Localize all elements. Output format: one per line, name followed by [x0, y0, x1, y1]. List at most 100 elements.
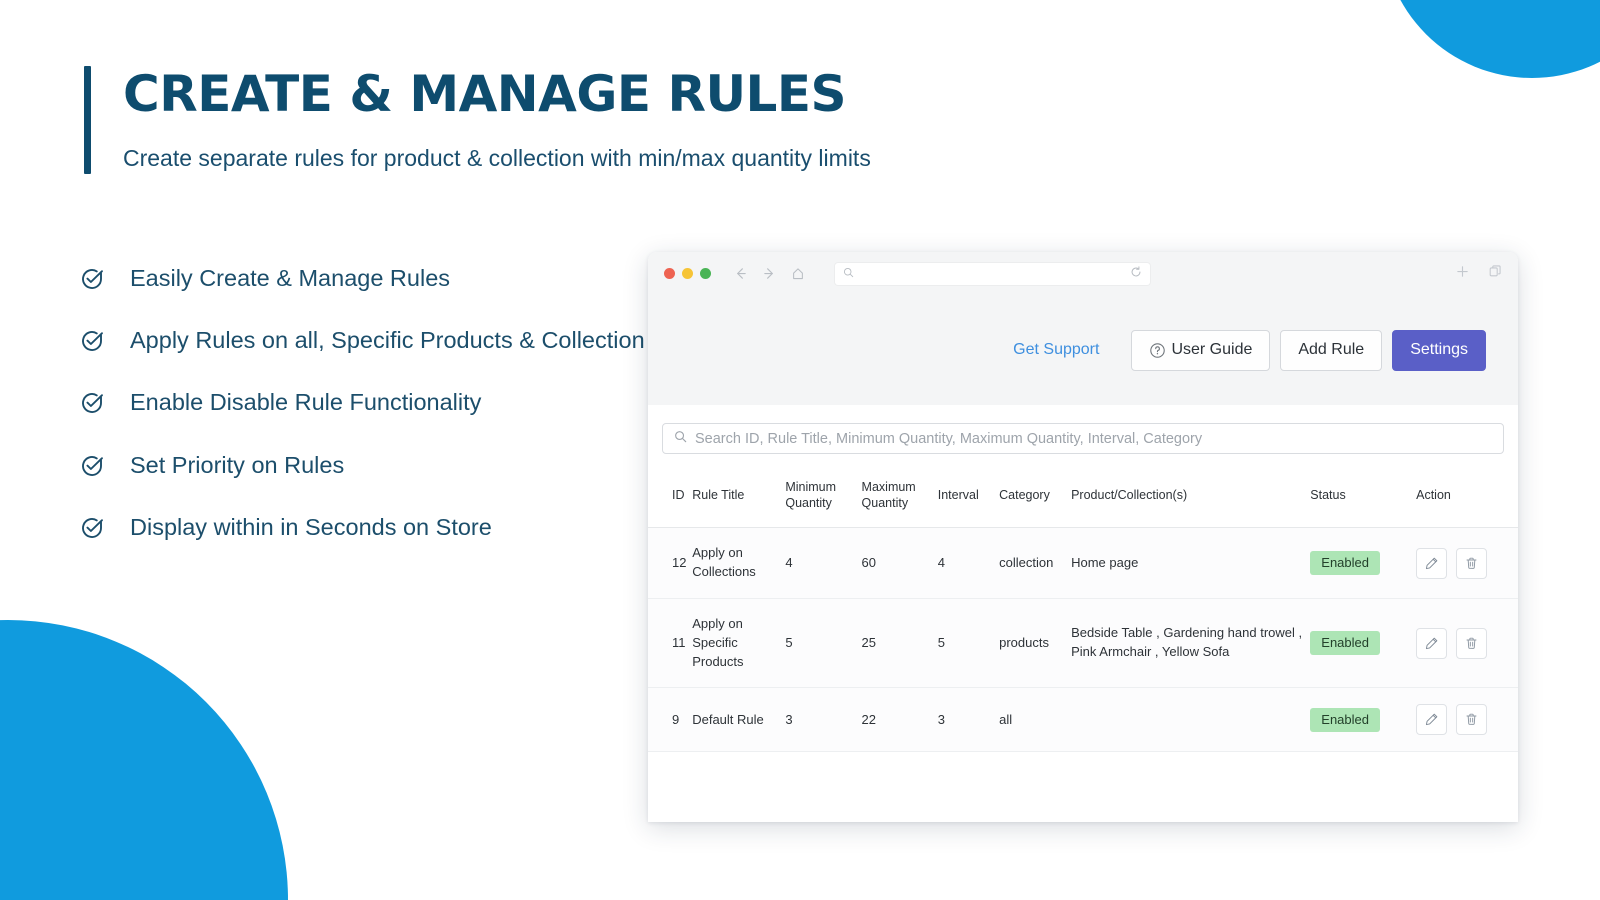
status-badge: Enabled: [1310, 708, 1380, 732]
cell-id: 11: [648, 598, 688, 688]
delete-icon: [1464, 636, 1479, 651]
table-body: 12 Apply on Collections 4 60 4 collectio…: [648, 528, 1518, 752]
cell-interval: 5: [934, 598, 995, 688]
feature-item: Display within in Seconds on Store: [80, 511, 660, 543]
column-header-maximum-quantity[interactable]: Maximum Quantity: [858, 470, 934, 528]
plus-icon[interactable]: [1455, 264, 1470, 284]
browser-url-bar[interactable]: [835, 263, 1150, 285]
minimize-window-dot[interactable]: [682, 268, 693, 279]
app-toolbar: Get Support User Guide Add Rule Settings: [648, 295, 1518, 405]
browser-nav-controls: [733, 266, 805, 281]
cell-maximum-quantity: 22: [858, 688, 934, 752]
question-circle-icon: [1149, 342, 1166, 359]
rules-table: ID Rule Title Minimum Quantity Maximum Q…: [648, 470, 1518, 752]
feature-item: Enable Disable Rule Functionality: [80, 386, 660, 418]
edit-icon: [1424, 712, 1439, 727]
cell-action: [1412, 598, 1518, 688]
status-badge: Enabled: [1310, 631, 1380, 655]
cell-minimum-quantity: 4: [781, 528, 857, 599]
settings-button[interactable]: Settings: [1392, 330, 1486, 371]
column-header-status[interactable]: Status: [1306, 470, 1412, 528]
browser-chrome-right-icons: [1455, 252, 1502, 295]
arrow-right-icon[interactable]: [762, 266, 777, 281]
cell-product-collections: Home page: [1067, 528, 1306, 599]
cell-category: products: [995, 598, 1067, 688]
user-guide-button[interactable]: User Guide: [1131, 330, 1270, 371]
table-header-row: ID Rule Title Minimum Quantity Maximum Q…: [648, 470, 1518, 528]
edit-rule-button[interactable]: [1416, 704, 1447, 735]
delete-rule-button[interactable]: [1456, 704, 1487, 735]
reload-icon[interactable]: [1130, 265, 1142, 283]
delete-rule-button[interactable]: [1456, 548, 1487, 579]
page-subtitle: Create separate rules for product & coll…: [123, 144, 871, 174]
accent-bar: [84, 66, 91, 174]
column-header-rule-title[interactable]: Rule Title: [688, 470, 781, 528]
home-icon[interactable]: [791, 267, 805, 281]
duplicate-tab-icon[interactable]: [1488, 264, 1502, 283]
cell-action: [1412, 688, 1518, 752]
cell-product-collections: [1067, 688, 1306, 752]
feature-label: Apply Rules on all, Specific Products & …: [130, 324, 645, 356]
cell-maximum-quantity: 60: [858, 528, 934, 599]
cell-product-collections: Bedside Table , Gardening hand trowel , …: [1067, 598, 1306, 688]
table-row[interactable]: 11 Apply on Specific Products 5 25 5 pro…: [648, 598, 1518, 688]
add-rule-button[interactable]: Add Rule: [1280, 330, 1382, 371]
user-guide-label: User Guide: [1171, 341, 1252, 359]
check-circle-icon: [80, 454, 104, 478]
poster-canvas: CREATE & MANAGE RULES Create separate ru…: [0, 0, 1600, 900]
cell-maximum-quantity: 25: [858, 598, 934, 688]
check-circle-icon: [80, 329, 104, 353]
hero-heading-block: CREATE & MANAGE RULES Create separate ru…: [84, 66, 1084, 174]
column-header-action: Action: [1412, 470, 1518, 528]
cell-id: 12: [648, 528, 688, 599]
cell-status: Enabled: [1306, 598, 1412, 688]
search-icon: [843, 265, 854, 283]
close-window-dot[interactable]: [664, 268, 675, 279]
table-row[interactable]: 12 Apply on Collections 4 60 4 collectio…: [648, 528, 1518, 599]
search-row: Search ID, Rule Title, Minimum Quantity,…: [648, 405, 1518, 470]
check-circle-icon: [80, 391, 104, 415]
cell-category: all: [995, 688, 1067, 752]
browser-window-mockup: Get Support User Guide Add Rule Settings: [648, 252, 1518, 822]
app-content: Search ID, Rule Title, Minimum Quantity,…: [648, 405, 1518, 752]
column-header-minimum-quantity[interactable]: Minimum Quantity: [781, 470, 857, 528]
cell-rule-title: Apply on Specific Products: [688, 598, 781, 688]
search-input[interactable]: Search ID, Rule Title, Minimum Quantity,…: [662, 423, 1504, 454]
cell-status: Enabled: [1306, 688, 1412, 752]
delete-icon: [1464, 556, 1479, 571]
column-header-product-collections[interactable]: Product/Collection(s): [1067, 470, 1306, 528]
feature-label: Display within in Seconds on Store: [130, 511, 492, 543]
cell-interval: 4: [934, 528, 995, 599]
check-circle-icon: [80, 516, 104, 540]
maximize-window-dot[interactable]: [700, 268, 711, 279]
cell-rule-title: Default Rule: [688, 688, 781, 752]
edit-rule-button[interactable]: [1416, 548, 1447, 579]
edit-rule-button[interactable]: [1416, 628, 1447, 659]
cell-category: collection: [995, 528, 1067, 599]
get-support-link[interactable]: Get Support: [1013, 341, 1099, 359]
delete-icon: [1464, 712, 1479, 727]
feature-item: Apply Rules on all, Specific Products & …: [80, 324, 660, 356]
feature-label: Enable Disable Rule Functionality: [130, 386, 481, 418]
column-header-category[interactable]: Category: [995, 470, 1067, 528]
check-circle-icon: [80, 267, 104, 291]
column-header-id[interactable]: ID: [648, 470, 688, 528]
table-row[interactable]: 9 Default Rule 3 22 3 all Enabled: [648, 688, 1518, 752]
feature-label: Set Priority on Rules: [130, 449, 344, 481]
cell-status: Enabled: [1306, 528, 1412, 599]
status-badge: Enabled: [1310, 551, 1380, 575]
cell-interval: 3: [934, 688, 995, 752]
feature-label: Easily Create & Manage Rules: [130, 262, 450, 294]
table-header: ID Rule Title Minimum Quantity Maximum Q…: [648, 470, 1518, 528]
edit-icon: [1424, 556, 1439, 571]
arrow-left-icon[interactable]: [733, 266, 748, 281]
search-icon: [674, 430, 687, 448]
column-header-interval[interactable]: Interval: [934, 470, 995, 528]
page-title: CREATE & MANAGE RULES: [123, 68, 871, 121]
decorative-blob-bottom-left: [0, 620, 288, 900]
feature-list: Easily Create & Manage Rules Apply Rules…: [80, 262, 660, 543]
delete-rule-button[interactable]: [1456, 628, 1487, 659]
feature-item: Easily Create & Manage Rules: [80, 262, 660, 294]
decorative-blob-top-right: [1382, 0, 1600, 78]
browser-chrome: [648, 252, 1518, 295]
